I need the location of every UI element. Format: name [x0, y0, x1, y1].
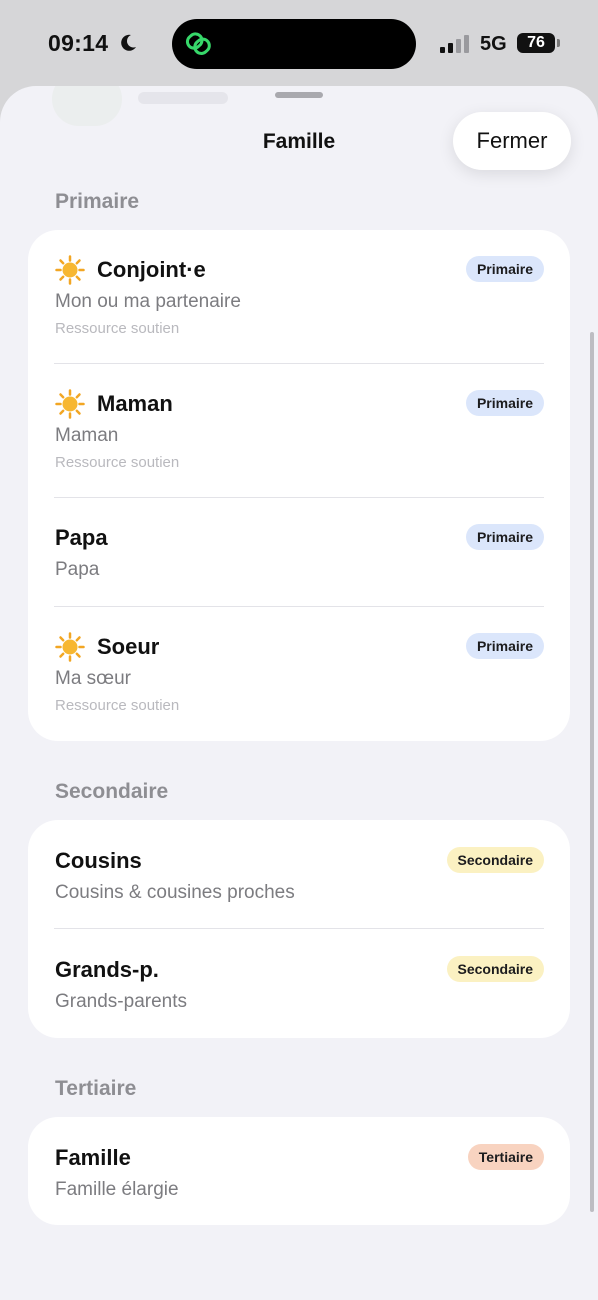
battery-icon: 76 [517, 33, 555, 53]
peek-text [138, 92, 228, 104]
item-subtitle: Mon ou ma partenaire [55, 291, 241, 312]
item-title: Conjoint·e [97, 257, 206, 282]
item-subtitle: Maman [55, 425, 119, 446]
list-item-cousins[interactable]: Cousins Secondaire Cousins & cousines pr… [28, 820, 570, 928]
status-bar: 09:14 5G 76 [0, 0, 598, 86]
battery-cap [557, 39, 560, 47]
badge-primaire: Primaire [465, 256, 544, 282]
item-title: Grands-p. [55, 957, 159, 982]
scrollbar[interactable] [590, 332, 594, 1212]
card-tertiaire: Famille Tertiaire Famille élargie [28, 1117, 570, 1225]
item-note: Ressource soutien [55, 697, 180, 714]
peek-avatar [52, 86, 122, 126]
list-item-conjoint[interactable]: Conjoint·e Primaire Mon ou ma partenaire… [28, 230, 570, 363]
family-sheet: Famille Fermer Primaire Conjoint·e Prima… [0, 86, 598, 1300]
item-subtitle: Famille élargie [55, 1179, 179, 1200]
screen: 09:14 5G 76 Famille Fermer Primaire Conj… [0, 0, 598, 1300]
signal-icon [440, 35, 469, 53]
list-item-grands-parents[interactable]: Grands-p. Secondaire Grands-parents [28, 928, 570, 1038]
badge-tertiaire: Tertiaire [467, 1144, 544, 1170]
status-time: 09:14 [48, 30, 109, 56]
badge-primaire: Primaire [465, 524, 544, 550]
list-item-papa[interactable]: Papa Primaire Papa [28, 497, 570, 606]
item-title: Cousins [55, 848, 142, 873]
item-subtitle: Grands-parents [55, 991, 188, 1012]
badge-secondaire: Secondaire [446, 956, 544, 982]
list-item-maman[interactable]: Maman Primaire Maman Ressource soutien [28, 363, 570, 497]
sun-icon [55, 632, 85, 662]
section-header-primaire: Primaire [55, 190, 140, 213]
list-item-soeur[interactable]: Soeur Primaire Ma sœur Ressource soutien [28, 606, 570, 741]
item-subtitle: Cousins & cousines proches [55, 882, 295, 903]
close-button[interactable]: Fermer [453, 112, 571, 170]
item-title: Soeur [97, 634, 160, 659]
item-note: Ressource soutien [55, 320, 180, 337]
moon-icon [121, 34, 136, 51]
item-subtitle: Papa [55, 559, 100, 580]
badge-primaire: Primaire [465, 390, 544, 416]
link-rings-icon [185, 32, 211, 55]
card-secondaire: Cousins Secondaire Cousins & cousines pr… [28, 820, 570, 1038]
item-title: Maman [97, 391, 173, 416]
sheet-grabber[interactable] [275, 92, 323, 98]
section-header-secondaire: Secondaire [55, 780, 169, 803]
list-item-famille[interactable]: Famille Tertiaire Famille élargie [28, 1117, 570, 1225]
sun-icon [55, 255, 85, 285]
section-header-tertiaire: Tertiaire [55, 1077, 137, 1100]
card-primaire: Conjoint·e Primaire Mon ou ma partenaire… [28, 230, 570, 741]
badge-secondaire: Secondaire [446, 847, 544, 873]
item-subtitle: Ma sœur [55, 668, 131, 689]
dynamic-island [172, 19, 416, 69]
item-title: Famille [55, 1145, 131, 1170]
item-title: Papa [55, 525, 108, 550]
item-note: Ressource soutien [55, 454, 180, 471]
sun-icon [55, 389, 85, 419]
badge-primaire: Primaire [465, 633, 544, 659]
network-type: 5G [480, 33, 507, 55]
